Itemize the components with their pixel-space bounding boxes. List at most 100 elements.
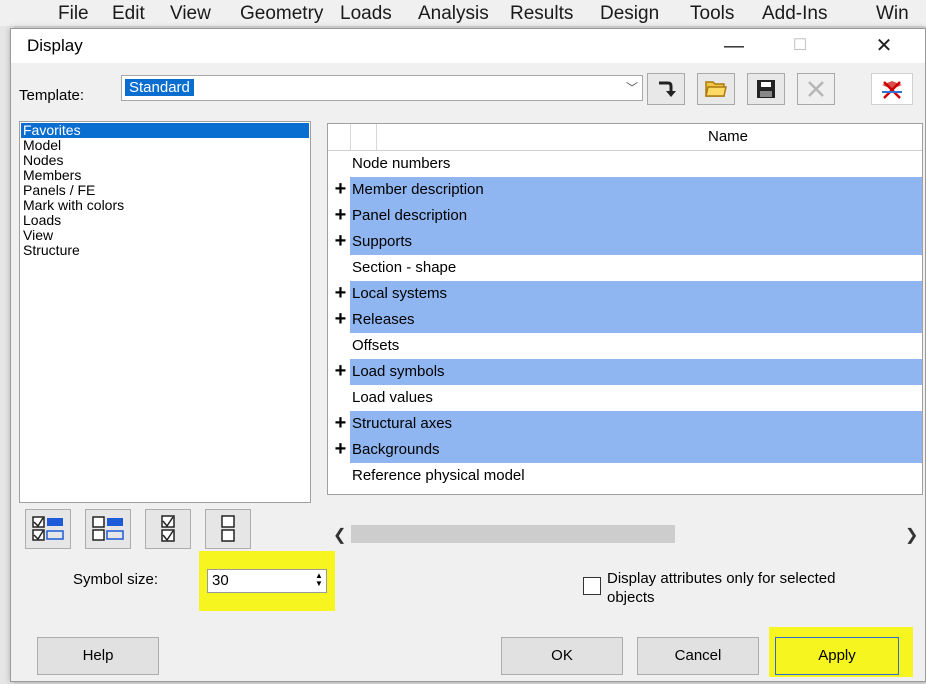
attribute-grid: Name Node numbers + Member description + Pan… [327,123,923,495]
arrow-turn-down-icon [659,81,676,97]
symbol-size-value: 30 [212,572,229,589]
template-combo[interactable]: Standard ﹀ [121,75,643,101]
checkbox-checked-icon [161,515,175,542]
minimize-button[interactable]: — [711,29,757,63]
uncheck-all-icon [92,516,124,541]
grid-row[interactable]: Node numbers [328,151,922,178]
ok-button[interactable]: OK [501,637,623,675]
grid-row[interactable]: + Load symbols [328,359,922,386]
expand-plus-icon[interactable]: + [332,205,349,225]
expand-plus-icon[interactable]: + [332,231,349,251]
scroll-thumb[interactable] [351,525,675,543]
grid-row[interactable]: Section - shape [328,255,922,282]
display-dialog: Display — ☐ ✕ Template: Standard ﹀ Favor… [10,28,926,682]
delete-template-button[interactable] [797,73,835,105]
scroll-left-icon[interactable]: ❮ [333,525,346,545]
apply-button[interactable]: Apply [775,637,899,675]
check-selected-button[interactable] [145,509,191,549]
menu-design[interactable]: Design [600,3,659,25]
template-value: Standard [125,79,194,96]
selected-only-checkbox[interactable] [583,577,601,595]
floppy-disk-icon [757,80,775,98]
grid-row[interactable]: + Panel description [328,203,922,230]
category-panels-fe[interactable]: Panels / FE [21,183,309,198]
grid-row-label: Load values [352,389,433,406]
grid-row[interactable]: + Structural axes [328,411,922,438]
check-all-icon [32,516,64,541]
cancel-button[interactable]: Cancel [637,637,759,675]
grid-header-expander [328,124,351,150]
selected-only-label-line1: Display attributes only for selected [607,570,836,587]
chevron-down-icon[interactable]: ﹀ [626,79,638,96]
category-structure[interactable]: Structure [21,243,309,258]
symbol-size-label: Symbol size: [73,571,159,588]
expand-plus-icon[interactable]: + [332,309,349,329]
grid-row[interactable]: + Releases [328,307,922,334]
menu-geometry[interactable]: Geometry [240,3,323,25]
dialog-title: Display [27,36,83,55]
grid-row[interactable]: + Member description [328,177,922,204]
grid-row-fill [350,333,922,360]
menu-view[interactable]: View [170,3,211,25]
category-loads[interactable]: Loads [21,213,309,228]
menu-add-ins[interactable]: Add-Ins [762,3,827,25]
dialog-titlebar: Display — ☐ ✕ [11,29,925,63]
grid-row-label: Supports [352,233,413,250]
spinner-arrows-icon[interactable]: ▲ ▼ [314,572,324,589]
grid-row-label: Reference physical model [352,467,525,484]
scroll-right-icon[interactable]: ❯ [905,525,918,545]
menu-results[interactable]: Results [510,3,573,25]
app-menubar: File Edit View Geometry Loads Analysis R… [0,0,926,26]
grid-row-label: Local systems [352,285,448,302]
category-list[interactable]: Favorites Model Nodes Members Panels / F… [19,121,311,503]
grid-row[interactable]: + Supports [328,229,922,256]
expand-plus-icon[interactable]: + [332,361,349,381]
menu-edit[interactable]: Edit [112,3,145,25]
delete-x-icon [808,81,824,97]
menu-analysis[interactable]: Analysis [418,3,489,25]
uncheck-all-button[interactable] [85,509,131,549]
grid-row[interactable]: + Backgrounds [328,437,922,464]
grid-row-fill [350,385,922,412]
open-template-button[interactable] [697,73,735,105]
symbol-size-spinner[interactable]: 30 ▲ ▼ [207,569,327,593]
menu-tools[interactable]: Tools [690,3,734,25]
expand-plus-icon[interactable]: + [332,413,349,433]
maximize-button[interactable]: ☐ [777,29,823,63]
grid-horizontal-scrollbar[interactable]: ❮ ❯ [327,523,921,547]
help-button[interactable]: Help [37,637,159,675]
grid-row-label: Offsets [352,337,400,354]
expand-plus-icon[interactable]: + [332,283,349,303]
grid-row-fill [350,307,922,334]
apply-template-button[interactable] [647,73,685,105]
folder-open-icon [705,81,727,97]
expand-plus-icon[interactable]: + [332,439,349,459]
category-nodes[interactable]: Nodes [21,153,309,168]
save-template-button[interactable] [747,73,785,105]
menu-window[interactable]: Win [876,3,909,25]
grid-row-label: Node numbers [352,155,451,172]
grid-header-check [350,124,377,150]
grid-row[interactable]: + Local systems [328,281,922,308]
grid-header-name[interactable]: Name [708,128,748,145]
uncheck-selected-button[interactable] [205,509,251,549]
menu-file[interactable]: File [58,3,89,25]
grid-row-label: Section - shape [352,259,457,276]
close-button[interactable]: ✕ [861,29,907,63]
expand-plus-icon[interactable]: + [332,179,349,199]
clear-display-button[interactable] [871,73,913,105]
category-members[interactable]: Members [21,168,309,183]
category-model[interactable]: Model [21,138,309,153]
grid-row[interactable]: Load values [328,385,922,412]
category-mark-with-colors[interactable]: Mark with colors [21,198,309,213]
check-all-button[interactable] [25,509,71,549]
clear-attributes-icon [882,81,902,99]
grid-row[interactable]: Offsets [328,333,922,360]
grid-row[interactable]: Reference physical model [328,463,922,490]
grid-row-fill [350,229,922,256]
grid-row-label: Structural axes [352,415,453,432]
category-favorites[interactable]: Favorites [21,123,309,138]
menu-loads[interactable]: Loads [340,3,392,25]
grid-header: Name [328,124,922,151]
category-view[interactable]: View [21,228,309,243]
